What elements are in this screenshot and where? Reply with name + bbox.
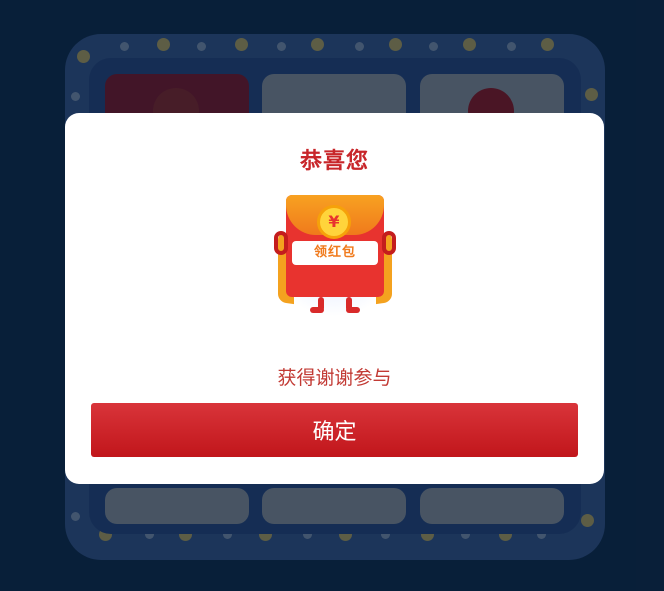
coin-icon: ¥ (317, 205, 351, 239)
dialog-title: 恭喜您 (299, 149, 369, 174)
envelope-foot (310, 307, 324, 313)
result-dialog: 恭喜您 ¥ 领红包 获得谢谢参与 确定 (65, 113, 604, 484)
envelope-label: 领红包 (292, 241, 378, 265)
envelope-arm (274, 231, 288, 255)
result-message: 获得谢谢参与 (277, 367, 392, 389)
confirm-button[interactable]: 确定 (91, 403, 578, 457)
envelope-foot (346, 307, 360, 313)
envelope-arm (382, 231, 396, 255)
red-envelope-icon: ¥ 领红包 (270, 193, 400, 318)
